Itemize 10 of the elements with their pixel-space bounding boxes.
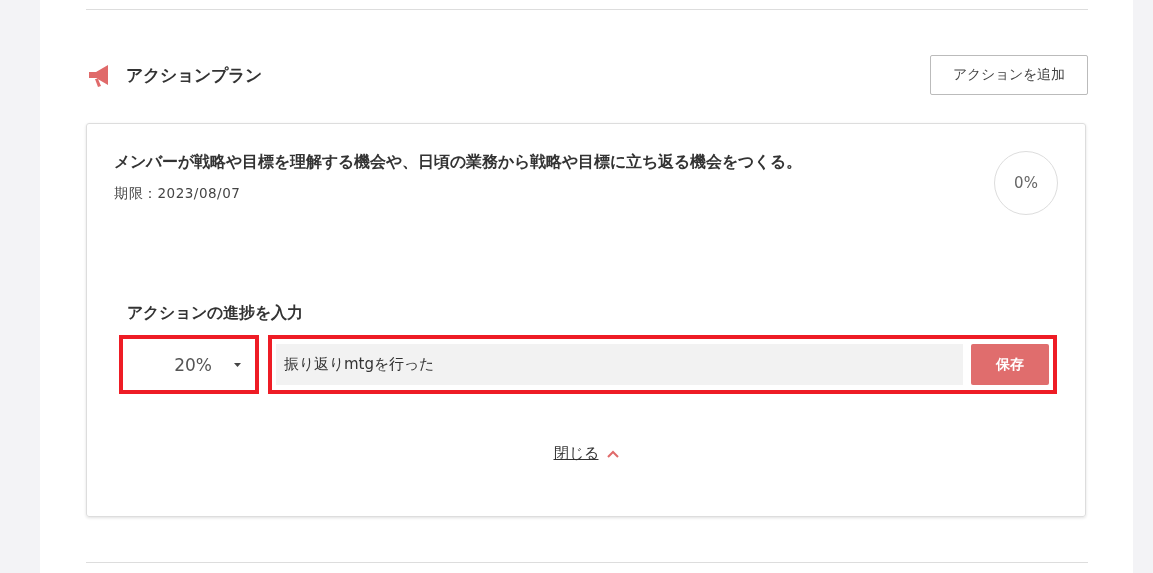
close-link[interactable]: 閉じる xyxy=(553,444,599,463)
section-title: アクションプラン xyxy=(126,63,263,87)
progress-form-label: アクションの進捗を入力 xyxy=(127,303,304,324)
action-title: メンバーが戦略や目標を理解する機会や、日頃の業務から戦略や目標に立ち返る機会をつくる。 xyxy=(114,151,803,173)
add-action-button[interactable]: アクションを追加 xyxy=(930,55,1088,95)
chevron-up-icon xyxy=(606,449,619,458)
progress-note-field[interactable]: 振り返りmtgを行った xyxy=(276,344,963,385)
deadline-text: 期限：2023/08/07 xyxy=(114,185,242,203)
percent-select[interactable]: 20% xyxy=(123,354,255,375)
dropdown-caret-icon xyxy=(234,362,241,367)
